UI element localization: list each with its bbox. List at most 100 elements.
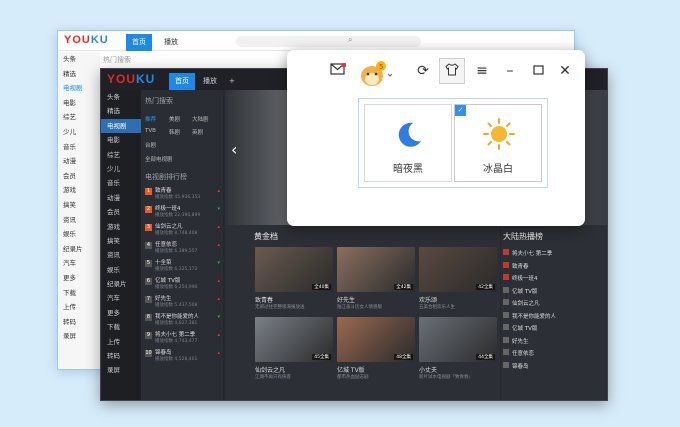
video-title[interactable]: 好先生 bbox=[337, 295, 355, 304]
sidebar-item[interactable]: 录屏 bbox=[101, 363, 141, 377]
rank-item[interactable]: 4 任意依恋 播放指数 6,389,557 ▴ bbox=[141, 239, 223, 257]
sidebar-item[interactable]: 娱乐 bbox=[101, 263, 141, 277]
sidebar-item[interactable]: 头条 bbox=[58, 52, 100, 67]
sidebar-item[interactable]: 搞笑 bbox=[101, 234, 141, 248]
filter-british[interactable]: 英剧 bbox=[192, 128, 203, 136]
tab-home[interactable]: 首页 bbox=[169, 73, 195, 90]
video-title[interactable]: 小丈夫 bbox=[419, 365, 437, 374]
rank-item[interactable]: 10 锦春岛 播放指数 4,528,401 ▴ bbox=[141, 347, 223, 365]
video-title[interactable]: 仙剑云之凡 bbox=[255, 365, 285, 374]
filter-recommend[interactable]: 推荐 bbox=[145, 115, 156, 123]
sidebar-item[interactable]: 资讯 bbox=[58, 213, 100, 228]
rank-item[interactable]: 2 终极一班4 播放指数 22,390,899 ▾ bbox=[141, 203, 223, 221]
sidebar-item[interactable]: 综艺 bbox=[58, 110, 100, 125]
tab-home[interactable]: 首页 bbox=[126, 34, 152, 51]
rank-item[interactable]: 7 好先生 播放指数 5,437,508 ▴ bbox=[141, 293, 223, 311]
theme-option-light[interactable]: ✓ 冰晶白 bbox=[454, 104, 542, 182]
video-thumbnail[interactable]: 42全集 bbox=[419, 247, 497, 292]
rank-item[interactable]: 5 十全菜 播放指数 6,325,173 ▾ bbox=[141, 257, 223, 275]
video-thumbnail[interactable]: 44全集 bbox=[419, 317, 497, 362]
sidebar-item[interactable]: 少儿 bbox=[101, 162, 141, 176]
sidebar-item[interactable]: 音乐 bbox=[58, 140, 100, 155]
sidebar-item[interactable]: 纪录片 bbox=[58, 242, 100, 257]
sidebar-item[interactable]: 综艺 bbox=[101, 148, 141, 162]
close-icon[interactable]: ✕ bbox=[554, 60, 576, 82]
sidebar-item[interactable]: 电影 bbox=[58, 96, 100, 111]
filter-taiwan[interactable]: 台剧 bbox=[145, 141, 156, 149]
sidebar-item[interactable]: 动漫 bbox=[101, 191, 141, 205]
video-thumbnail[interactable]: 全42集 bbox=[337, 247, 415, 292]
rank-item[interactable]: 6 亿城 TV版 播放指数 6,254,990 ▴ bbox=[141, 275, 223, 293]
sidebar-item[interactable]: 游戏 bbox=[101, 220, 141, 234]
video-thumbnail[interactable]: 全40集 bbox=[255, 247, 333, 292]
tab-play[interactable]: 播放 bbox=[197, 73, 223, 90]
new-tab-button[interactable]: + bbox=[223, 73, 241, 90]
hot-list-item[interactable]: 亿城 TV版 bbox=[503, 286, 537, 295]
filter-tvb[interactable]: TVB bbox=[145, 128, 156, 134]
rank-title: 将夫小七 第二季 bbox=[155, 332, 196, 338]
rank-item[interactable]: 8 我不是你能爱的人 播放指数 4,827,381 ▾ bbox=[141, 311, 223, 329]
filter-mainland[interactable]: 大陆剧 bbox=[192, 115, 209, 123]
sidebar-item[interactable]: 下载 bbox=[101, 320, 141, 334]
sidebar-item[interactable]: 会员 bbox=[58, 169, 100, 184]
sidebar-item[interactable]: 会员 bbox=[101, 205, 141, 219]
video-title[interactable]: 致青春 bbox=[255, 295, 273, 304]
avatar-icon[interactable]: 5 bbox=[355, 60, 395, 86]
video-thumbnail[interactable]: 48全集 bbox=[337, 317, 415, 362]
filter-us[interactable]: 美剧 bbox=[169, 115, 180, 123]
rank-item[interactable]: 9 将夫小七 第二季 播放指数 4,743,477 ▴ bbox=[141, 329, 223, 347]
sidebar-item[interactable]: 音乐 bbox=[101, 176, 141, 190]
hot-list-item[interactable]: 任意依恋 bbox=[503, 349, 534, 357]
sidebar-item[interactable]: 资讯 bbox=[101, 248, 141, 262]
search-icon[interactable]: ⌕ bbox=[348, 35, 352, 45]
sidebar-item[interactable]: 娱乐 bbox=[58, 227, 100, 242]
sidebar-item[interactable]: 动漫 bbox=[58, 154, 100, 169]
hot-list-item[interactable]: 我不是你能爱的人 bbox=[503, 311, 556, 320]
sidebar-item[interactable]: 汽车 bbox=[58, 256, 100, 271]
sidebar-item[interactable]: 精选 bbox=[58, 67, 100, 82]
sidebar-item[interactable]: 录屏 bbox=[58, 329, 100, 344]
sidebar-item[interactable]: 电影 bbox=[101, 133, 141, 147]
menu-icon[interactable]: ≡ bbox=[471, 60, 493, 82]
tab-play[interactable]: 播放 bbox=[158, 34, 184, 51]
skin-icon[interactable] bbox=[439, 58, 465, 84]
sidebar-item[interactable]: 头条 bbox=[101, 90, 141, 104]
sidebar-item[interactable]: 下载 bbox=[58, 286, 100, 301]
maximize-icon[interactable] bbox=[527, 60, 549, 82]
sidebar-item[interactable]: 汽车 bbox=[101, 291, 141, 305]
minimize-icon[interactable]: – bbox=[499, 60, 521, 82]
chevron-left-icon[interactable]: ‹ bbox=[231, 140, 237, 159]
sidebar-item[interactable]: 精选 bbox=[101, 104, 141, 118]
sidebar-item[interactable]: 电视剧 bbox=[58, 81, 100, 96]
theme-option-dark[interactable]: 暗夜黑 bbox=[364, 104, 452, 182]
sidebar-item[interactable]: 更多 bbox=[101, 306, 141, 320]
rank-item[interactable]: 3 仙剑云之凡 播放指数 8,748,408 ▴ bbox=[141, 221, 223, 239]
search-input[interactable] bbox=[236, 36, 421, 47]
hot-list-item[interactable]: 仙剑云之凡 bbox=[503, 299, 540, 307]
sidebar-item[interactable]: 更多 bbox=[58, 271, 100, 286]
sidebar-item[interactable]: 少儿 bbox=[58, 125, 100, 140]
sidebar-item[interactable]: 电视剧 bbox=[101, 118, 141, 134]
video-title[interactable]: 欢乐颂 bbox=[419, 295, 437, 304]
video-title[interactable]: 亿城 TV版 bbox=[337, 365, 365, 374]
hot-list-item[interactable]: 好先生 bbox=[503, 336, 529, 345]
hot-list-item[interactable]: 亿城 TV版 bbox=[503, 324, 537, 332]
sidebar-item[interactable]: 上传 bbox=[101, 335, 141, 349]
mail-icon[interactable] bbox=[327, 60, 349, 82]
filter-all[interactable]: 全部电视剧 bbox=[145, 155, 173, 163]
video-thumbnail[interactable]: 45全集 bbox=[255, 317, 333, 362]
sidebar-item[interactable]: 纪录片 bbox=[101, 277, 141, 291]
sidebar-item[interactable]: 搞笑 bbox=[58, 198, 100, 213]
sidebar-item[interactable]: 游戏 bbox=[58, 183, 100, 198]
hot-list-item[interactable]: 将夫小七 第二季 bbox=[503, 249, 552, 257]
rank-item[interactable]: 1 致青春 播放指数 45,936,353 ▴ bbox=[141, 185, 223, 203]
refresh-icon[interactable]: ⟳ bbox=[412, 60, 434, 82]
hot-list-item[interactable]: 终极一班4 bbox=[503, 274, 538, 282]
rank-number: 6 bbox=[145, 278, 152, 285]
sidebar-item[interactable]: 上传 bbox=[58, 300, 100, 315]
sidebar-item[interactable]: 转码 bbox=[58, 315, 100, 330]
hot-list-item[interactable]: 锦春岛 bbox=[503, 361, 529, 370]
hot-list-item[interactable]: 致青春 bbox=[503, 261, 529, 270]
filter-korean[interactable]: 韩剧 bbox=[169, 128, 180, 136]
sidebar-item[interactable]: 转码 bbox=[101, 349, 141, 363]
